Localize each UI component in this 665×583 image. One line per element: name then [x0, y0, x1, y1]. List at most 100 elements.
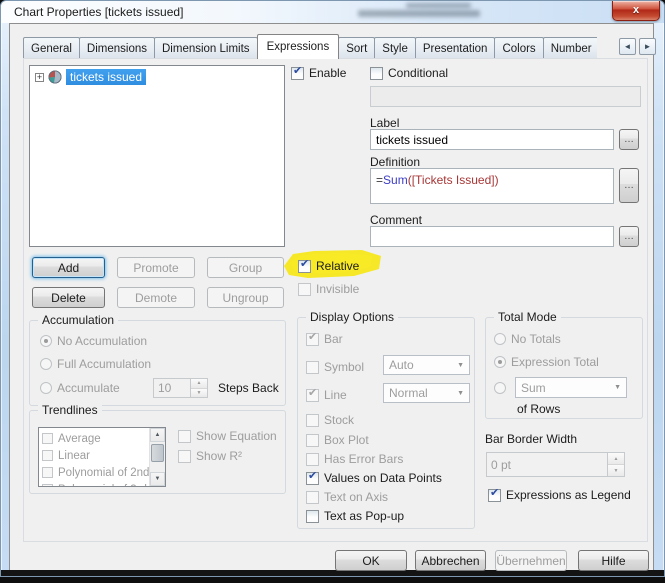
symbol-dropdown[interactable]: Auto ▼ [383, 355, 470, 375]
symbol-label: Symbol [324, 360, 365, 374]
spin-down-icon[interactable]: ▼ [191, 388, 207, 397]
spin-down-icon[interactable]: ▼ [608, 465, 624, 476]
full-accumulation-radio[interactable]: Full Accumulation [40, 357, 151, 371]
expression-list[interactable]: + tickets issued [29, 65, 285, 247]
show-r2-checkbox[interactable]: Show R² [178, 449, 242, 463]
spin-up-icon[interactable]: ▲ [608, 453, 624, 465]
trendline-item-average[interactable]: Average [39, 430, 165, 447]
help-button[interactable]: Hilfe [578, 550, 649, 571]
enable-checkbox[interactable]: ✔ Enable [291, 65, 346, 80]
scrollbar-thumb[interactable] [151, 444, 164, 462]
tab-sort[interactable]: Sort [338, 37, 376, 59]
expand-plus-icon[interactable]: + [35, 72, 44, 82]
tab-expressions[interactable]: Expressions [256, 34, 340, 59]
trendline-item-linear[interactable]: Linear [39, 447, 165, 464]
scroll-down-icon[interactable]: ▼ [150, 472, 165, 486]
tab-scroll-right-button[interactable]: ► [639, 38, 656, 55]
checkbox-box: ✔ [298, 258, 311, 273]
expression-total-label: Expression Total [511, 355, 599, 369]
invisible-checkbox[interactable]: Invisible [298, 282, 359, 296]
radio-circle [494, 382, 506, 394]
stock-checkbox[interactable]: Stock [306, 413, 354, 427]
chevron-down-icon: ▼ [457, 389, 464, 397]
label-ellipsis-button[interactable]: … [619, 129, 639, 150]
line-dropdown[interactable]: Normal ▼ [383, 383, 470, 403]
tab-strip: General Dimensions Dimension Limits Expr… [23, 34, 597, 59]
tab-number[interactable]: Number [542, 37, 597, 59]
trendlines-title: Trendlines [38, 403, 102, 417]
trendline-item-poly2[interactable]: Polynomial of 2nd d [39, 464, 165, 481]
trendline-item-poly3[interactable]: Polynomial of 3rd d [39, 481, 165, 487]
bar-border-width-label: Bar Border Width [485, 432, 578, 446]
ungroup-button[interactable]: Ungroup [207, 287, 284, 308]
checkbox-box [370, 66, 383, 80]
tab-general[interactable]: General [23, 37, 80, 59]
chevron-down-icon: ▼ [614, 384, 621, 391]
ellipsis-icon: … [624, 134, 634, 145]
text-on-axis-checkbox[interactable]: Text on Axis [306, 490, 388, 504]
symbol-checkbox[interactable]: Symbol [306, 360, 364, 374]
cancel-button[interactable]: Abbrechen [415, 550, 486, 571]
bar-border-width-spinner[interactable]: 0 pt ▲ ▼ [486, 452, 625, 477]
promote-button[interactable]: Promote [117, 257, 195, 278]
spin-up-icon[interactable]: ▲ [191, 379, 207, 389]
conditional-checkbox[interactable]: Conditional [370, 66, 448, 80]
label-caption: Label [370, 116, 400, 130]
values-on-data-points-checkbox[interactable]: ✔ Values on Data Points [306, 470, 442, 485]
close-button[interactable]: x [612, 1, 660, 21]
no-totals-radio[interactable]: No Totals [494, 332, 561, 346]
comment-caption: Comment [370, 213, 423, 227]
spinner-buttons[interactable]: ▲ ▼ [190, 379, 207, 397]
tab-dimension-limits[interactable]: Dimension Limits [154, 37, 258, 59]
accumulate-label: Accumulate [57, 381, 120, 395]
line-checkbox[interactable]: ✔ Line [306, 387, 347, 402]
group-button[interactable]: Group [207, 257, 284, 278]
relative-checkbox[interactable]: ✔ Relative [298, 258, 665, 273]
screenshot-root: Chart Properties [tickets issued] x Gene… [0, 0, 665, 583]
accumulate-radio[interactable]: Accumulate [40, 381, 120, 395]
checkbox-box [306, 490, 319, 504]
invisible-label: Invisible [316, 282, 360, 296]
box-plot-checkbox[interactable]: Box Plot [306, 433, 369, 447]
add-button[interactable]: Add [32, 257, 105, 278]
tab-presentation[interactable]: Presentation [414, 37, 496, 59]
no-accumulation-radio[interactable]: No Accumulation [40, 334, 147, 348]
text-as-popup-checkbox[interactable]: Text as Pop-up [306, 509, 404, 523]
tab-scroll-left-button[interactable]: ◄ [619, 38, 636, 55]
tab-dimensions[interactable]: Dimensions [78, 37, 155, 59]
definition-field: ([Tickets Issued]) [407, 173, 499, 187]
expression-total-radio[interactable]: Expression Total [494, 355, 599, 369]
definition-input[interactable]: =Sum([Tickets Issued]) [370, 168, 614, 204]
expressions-as-legend-checkbox[interactable]: ✔ Expressions as Legend [488, 487, 631, 502]
checkbox-box [306, 360, 319, 374]
ok-button[interactable]: OK [335, 550, 407, 571]
definition-ellipsis-button[interactable]: … [619, 168, 639, 203]
bar-checkbox[interactable]: ✔ Bar [306, 331, 343, 346]
trendlines-scrollbar[interactable]: ▲ ▼ [149, 428, 165, 486]
has-error-bars-checkbox[interactable]: Has Error Bars [306, 452, 403, 466]
demote-button[interactable]: Demote [117, 287, 195, 308]
trendlines-list[interactable]: Average Linear Polynomial of 2nd d ▲ ▼ [38, 427, 166, 487]
aggregate-total-radio[interactable] [494, 382, 506, 394]
trendline-label: Polynomial of 3rd d [58, 484, 156, 487]
label-input[interactable]: tickets issued [370, 129, 614, 150]
total-aggregation-dropdown[interactable]: Sum ▼ [515, 377, 627, 398]
conditional-expression-field[interactable] [370, 86, 641, 107]
checkbox-box [298, 282, 311, 296]
scroll-up-icon[interactable]: ▲ [150, 428, 165, 442]
tab-style[interactable]: Style [374, 37, 416, 59]
steps-back-spinner[interactable]: 10 ▲ ▼ [153, 378, 208, 398]
show-equation-checkbox[interactable]: Show Equation [178, 429, 277, 443]
sum-value: Sum [521, 380, 546, 395]
title-bar[interactable]: Chart Properties [tickets issued] [1, 1, 664, 23]
arrow-left-icon: ◄ [623, 42, 632, 51]
comment-input[interactable] [370, 226, 614, 247]
tab-colors[interactable]: Colors [494, 37, 544, 59]
delete-button[interactable]: Delete [32, 287, 105, 308]
comment-ellipsis-button[interactable]: … [619, 226, 639, 247]
expression-tree-item[interactable]: + tickets issued [30, 66, 284, 85]
checkbox-box: ✔ [291, 65, 304, 80]
checkbox-box [306, 452, 319, 466]
spinner-buttons[interactable]: ▲ ▼ [607, 453, 624, 476]
apply-button[interactable]: Übernehmen [495, 550, 567, 571]
